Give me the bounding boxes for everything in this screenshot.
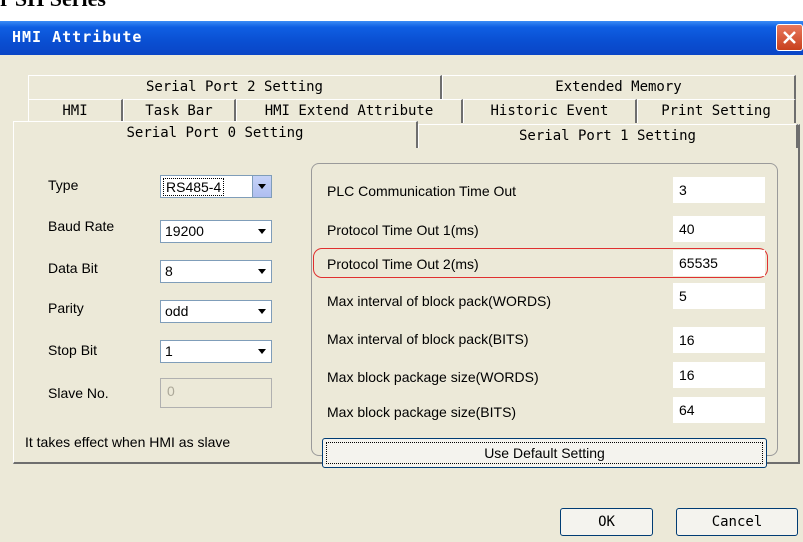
data-bit-label: Data Bit xyxy=(48,260,98,276)
page-heading-fragment: r SH Series xyxy=(0,0,106,12)
tab-serial-port-0-setting[interactable]: Serial Port 0 Setting xyxy=(13,121,418,148)
data-bit-dropdown-button[interactable] xyxy=(253,261,271,282)
param-label: Protocol Time Out 2(ms) xyxy=(327,256,479,272)
param-label: Max interval of block pack(BITS) xyxy=(327,331,529,347)
chevron-down-icon xyxy=(258,349,266,354)
param-label: Max interval of block pack(WORDS) xyxy=(327,293,552,309)
parity-dropdown-button[interactable] xyxy=(253,301,271,322)
baud-rate-select[interactable]: 19200 xyxy=(160,220,272,243)
close-button[interactable] xyxy=(776,24,803,51)
plc-communication-timeout-input[interactable]: 3 xyxy=(673,177,765,203)
type-dropdown-button[interactable] xyxy=(252,176,271,197)
close-icon xyxy=(783,31,796,44)
stop-bit-value: 1 xyxy=(165,343,173,359)
use-default-setting-button[interactable]: Use Default Setting xyxy=(322,438,767,468)
max-block-size-bits-input[interactable]: 64 xyxy=(673,397,765,423)
stop-bit-dropdown-button[interactable] xyxy=(253,341,271,362)
chevron-down-icon xyxy=(258,184,266,189)
stop-bit-select[interactable]: 1 xyxy=(160,340,272,363)
tab-task-bar[interactable]: Task Bar xyxy=(123,99,236,123)
param-label: Protocol Time Out 1(ms) xyxy=(327,222,479,238)
max-interval-words-input[interactable]: 5 xyxy=(673,283,765,309)
type-select[interactable]: RS485-4 xyxy=(160,175,272,198)
tab-hmi[interactable]: HMI xyxy=(28,99,123,123)
slave-no-input[interactable]: 0 xyxy=(160,378,272,408)
focus-ring xyxy=(326,442,763,464)
max-interval-bits-input[interactable]: 16 xyxy=(673,327,765,353)
title-bar[interactable]: HMI Attribute xyxy=(0,21,803,55)
baud-rate-label: Baud Rate xyxy=(48,218,115,234)
param-label: Max block package size(BITS) xyxy=(327,404,517,420)
slave-no-value: 0 xyxy=(167,383,175,399)
protocol-timeout-1-input[interactable]: 40 xyxy=(673,216,765,242)
type-label: Type xyxy=(48,177,79,193)
window-title: HMI Attribute xyxy=(12,28,143,46)
max-block-size-words-input[interactable]: 16 xyxy=(673,362,765,388)
chevron-down-icon xyxy=(258,309,266,314)
protocol-timeout-2-input[interactable]: 65535 xyxy=(673,250,765,276)
type-value: RS485-4 xyxy=(163,178,225,196)
parity-label: Parity xyxy=(48,300,84,316)
chevron-down-icon xyxy=(258,269,266,274)
tab-extended-memory[interactable]: Extended Memory xyxy=(442,75,796,99)
slave-no-label: Slave No. xyxy=(48,385,109,401)
tab-serial-port-2-setting[interactable]: Serial Port 2 Setting xyxy=(28,75,442,99)
chevron-down-icon xyxy=(258,229,266,234)
parity-select[interactable]: odd xyxy=(160,300,272,323)
parity-value: odd xyxy=(165,303,189,319)
baud-rate-value: 19200 xyxy=(165,223,204,239)
stop-bit-label: Stop Bit xyxy=(48,342,98,358)
slave-note: It takes effect when HMI as slave xyxy=(25,434,231,450)
data-bit-value: 8 xyxy=(165,263,173,279)
param-label: PLC Communication Time Out xyxy=(327,183,517,199)
data-bit-select[interactable]: 8 xyxy=(160,260,272,283)
cancel-button[interactable]: Cancel xyxy=(676,508,798,536)
tab-print-setting[interactable]: Print Setting xyxy=(637,99,796,123)
tab-historic-event[interactable]: Historic Event xyxy=(463,99,637,123)
ok-button[interactable]: OK xyxy=(560,508,653,536)
tab-hmi-extend-attribute[interactable]: HMI Extend Attribute xyxy=(236,99,463,123)
param-label: Max block package size(WORDS) xyxy=(327,369,539,385)
baud-rate-dropdown-button[interactable] xyxy=(253,221,271,242)
tab-serial-port-1-setting[interactable]: Serial Port 1 Setting xyxy=(418,124,798,148)
